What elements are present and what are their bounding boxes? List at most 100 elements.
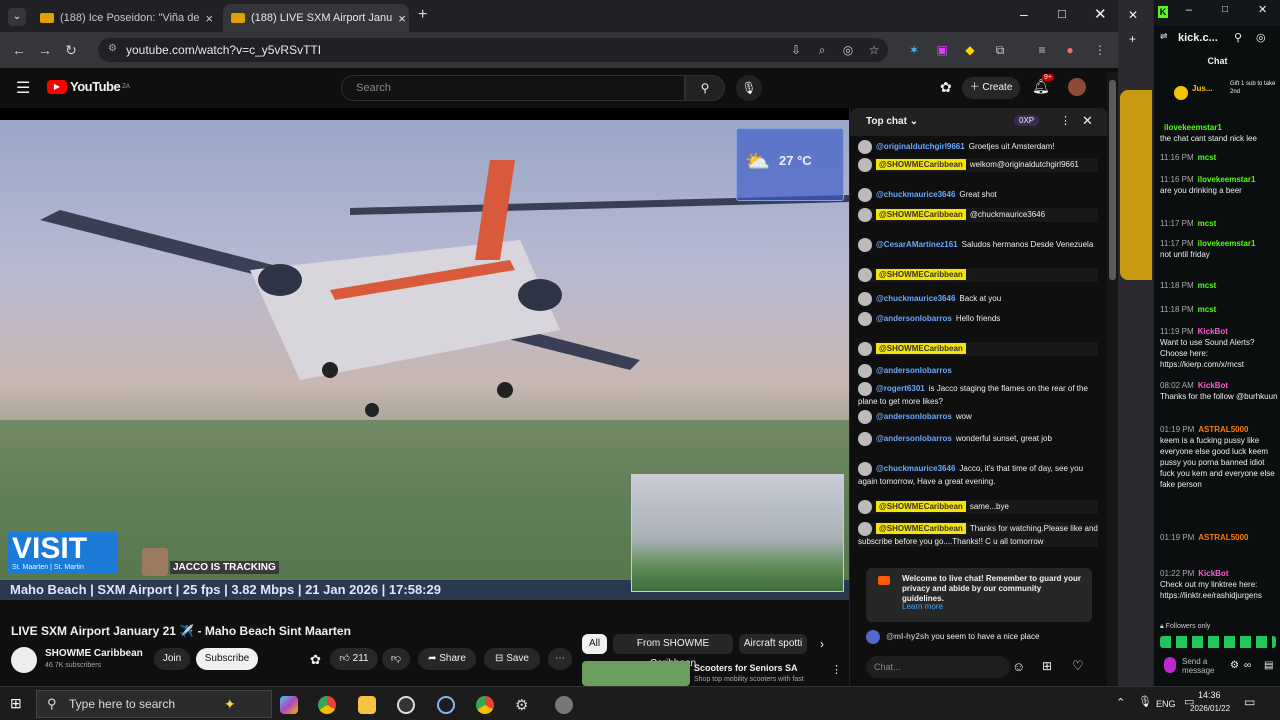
recommended-title[interactable]: Scooters for Seniors SA [694,663,798,673]
kick-username[interactable]: mcst [1198,153,1217,162]
voice-search-icon[interactable]: 🎙 [736,75,762,101]
channel-avatar[interactable] [11,647,37,673]
learn-more-link[interactable]: Learn more [902,602,943,611]
menu-kebab-icon[interactable]: ⋮ [1092,42,1108,58]
chat-username[interactable]: @chuckmaurice3646 [876,464,955,473]
tab-close-icon[interactable]: × [199,11,213,26]
emote-icon[interactable]: ∞ [1244,660,1251,671]
chat-username[interactable]: @originaldutchgirl9661 [876,142,965,151]
kick-username[interactable]: mcst [1198,281,1217,290]
more-actions-button[interactable]: ⋯ [548,648,572,670]
extensions-puzzle-icon[interactable]: ⧉ [992,42,1008,58]
search-icon[interactable]: ⚲ [1234,31,1242,44]
clock-date[interactable]: 2026/01/22 [1190,704,1230,713]
youtube-logo[interactable]: ▶ YouTube ZA [47,79,130,94]
media-icon[interactable]: ≡ [1034,42,1050,58]
chat-username[interactable]: @andersonlobarros [876,434,952,443]
microphone-tray-icon[interactable]: 🎙 [1138,695,1152,708]
chat-input[interactable]: Chat... [866,656,1010,678]
kick-username[interactable]: ilovekeemstar1 [1198,175,1256,184]
dislike-button[interactable]: 👎︎ [382,648,410,670]
kick-username[interactable]: mcst [1198,305,1217,314]
notifications-icon[interactable]: ▭ [1244,695,1255,709]
new-tab-icon[interactable]: + [418,6,427,24]
chat-username[interactable]: @andersonlobarros [876,412,952,421]
minimize-icon[interactable]: – [1186,4,1192,16]
profile-icon[interactable]: ● [1062,42,1078,58]
site-info-icon[interactable]: ⚙ [108,43,117,54]
sparkle-app-icon[interactable]: ✦ [224,696,242,714]
chat-username[interactable]: @chuckmaurice3646 [876,190,955,199]
chat-username[interactable]: @chuckmaurice3646 [876,294,955,303]
chat-username[interactable]: @SHOWMECaribbean [876,343,966,355]
kick-username[interactable]: KickBot [1198,569,1228,578]
windows-start-icon[interactable]: ⊞ [10,695,22,712]
kick-username[interactable]: ilovekeemstar1 [1164,123,1222,132]
tray-chevron-up-icon[interactable]: ⌃ [1116,696,1125,709]
tab-close-icon[interactable]: × [392,11,406,26]
snipping-tool-icon[interactable] [437,696,455,714]
clock-time[interactable]: 14:36 [1198,690,1221,700]
eye-off-icon[interactable]: ◎ [840,42,856,58]
save-button[interactable]: ⊟ Save [484,648,540,670]
copilot-icon[interactable] [280,696,298,714]
settings-gear-icon[interactable]: ⚙ [515,696,533,714]
gift-icon[interactable]: ✿ [310,652,321,668]
chat-username[interactable]: @SHOWMECaribbean [876,159,966,171]
chat-username[interactable]: @SHOWMECaribbean [876,209,966,221]
create-button[interactable]: ＋ Create [962,77,1020,99]
address-bar[interactable]: ⚙ youtube.com/watch?v=c_y5vRSvTTI [98,38,888,62]
search-input[interactable]: Search [341,75,685,101]
kick-username[interactable]: mcst [1198,219,1217,228]
scrollbar-thumb[interactable] [1109,80,1116,280]
app-icon[interactable] [555,696,573,714]
back-icon[interactable]: ← [6,42,32,58]
avatar[interactable] [1068,78,1086,96]
chat-username[interactable]: @SHOWMECaribbean [876,501,966,513]
chat-username[interactable]: @rogert6301 [876,384,925,393]
language-indicator[interactable]: ENG [1156,699,1176,709]
maximize-icon[interactable]: □ [1222,4,1228,15]
page-scrollbar[interactable] [1107,72,1118,686]
maximize-icon[interactable]: □ [1058,6,1066,21]
extension-icon[interactable]: ▣ [934,42,950,58]
recommended-thumbnail[interactable] [582,661,690,686]
chat-username[interactable]: @andersonlobarros [876,314,952,323]
kick-username[interactable]: KickBot [1198,327,1228,336]
chip-channel[interactable]: From SHOWME Caribbean [613,634,733,669]
super-chat-icon[interactable]: ⊞ [1042,659,1052,673]
hamburger-menu-icon[interactable]: ☰ [16,78,30,98]
kick-username[interactable]: KickBot [1198,381,1228,390]
plus-icon[interactable]: + [1129,32,1136,46]
join-button[interactable]: Join [154,648,190,670]
chrome-icon[interactable] [318,696,336,714]
heart-icon[interactable]: ♡ [1072,658,1084,674]
close-window-icon[interactable]: ✕ [1094,5,1107,23]
subscribe-button[interactable]: Subscribe [196,648,258,670]
send-icon[interactable]: ▤ [1264,660,1273,671]
bookmark-star-icon[interactable]: ☆ [866,42,882,58]
chrome-profile-icon[interactable] [476,696,494,714]
gear-icon[interactable]: ✿ [940,79,952,96]
chat-menu-icon[interactable]: ⋮ [1060,114,1071,127]
zoom-icon[interactable]: ⌕ [814,42,830,58]
kick-chat-tab[interactable]: Chat [1154,56,1280,66]
forward-icon[interactable]: → [32,42,58,58]
file-explorer-icon[interactable] [358,696,376,714]
extension-icon[interactable]: ◆ [962,42,978,58]
close-chat-icon[interactable]: ✕ [1082,113,1093,129]
browser-tab-active[interactable]: (188) LIVE SXM Airport Janu × [223,4,409,32]
mic-icon[interactable] [1164,657,1176,673]
close-window-icon[interactable]: ✕ [1258,3,1267,16]
channel-name[interactable]: SHOWME Caribbean [45,648,143,659]
kebab-icon[interactable]: ⋮ [831,663,842,676]
kick-username[interactable]: ASTRAL5000 [1198,425,1248,434]
chevron-right-icon[interactable]: › [820,637,824,651]
xp-badge[interactable]: 0XP [1014,115,1040,126]
browser-tab[interactable]: (188) Ice Poseidon: "Viña de × [32,4,220,32]
install-icon[interactable]: ⇩ [788,42,804,58]
extension-icon[interactable]: ✶ [906,42,922,58]
chat-username[interactable]: @andersonlobarros [876,366,952,375]
like-button[interactable]: 👍︎ 211 [330,648,378,670]
kick-username[interactable]: ASTRAL5000 [1198,533,1248,542]
